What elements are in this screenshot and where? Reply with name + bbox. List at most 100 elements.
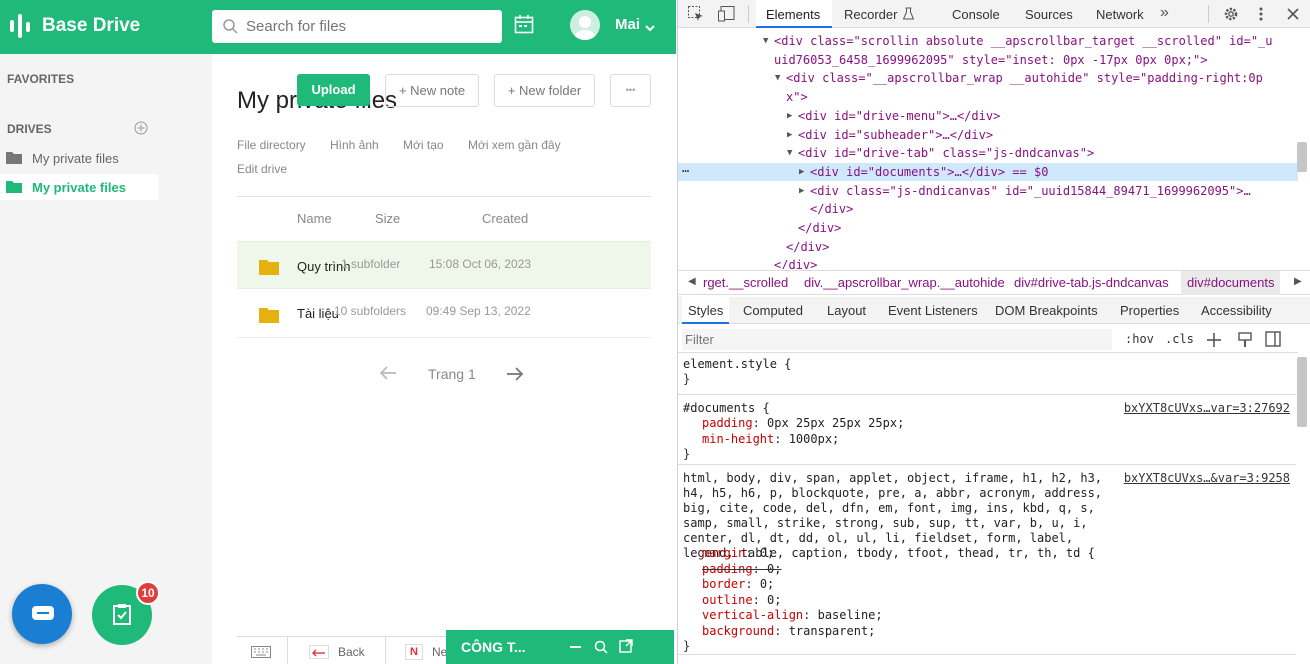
search-icon[interactable] [594,640,608,659]
tab-elements[interactable]: Elements [756,0,832,28]
expand-arrow-icon[interactable]: ▶ [787,126,792,144]
column-size[interactable]: Size [375,211,400,226]
search-box[interactable] [212,10,502,43]
tab-sources[interactable]: Sources [1025,7,1073,22]
tab-edit-drive[interactable]: Edit drive [237,162,287,176]
row-name[interactable]: Tài liệu [297,306,339,321]
filter-input[interactable] [682,329,1112,350]
sidebar-item-private-files[interactable]: My private files [0,145,159,171]
more-tabs-icon[interactable]: » [1160,4,1169,22]
expand-arrow-icon[interactable]: ▼ [763,32,768,50]
calendar-icon[interactable] [514,14,534,39]
dom-node-line[interactable]: </div> [678,200,1298,218]
table-row[interactable]: Quy trình 1 subfolder 15:08 Oct 06, 2023 [237,241,651,289]
new-folder-button[interactable]: + New folder [494,74,595,107]
inspect-element-icon[interactable] [688,6,704,25]
breadcrumb-item[interactable]: div#drive-tab.js-dndcanvas [1014,275,1169,290]
breadcrumb-item[interactable]: rget.__scrolled [703,275,788,290]
chat-button[interactable] [12,584,72,644]
tab-network[interactable]: Network [1096,7,1144,22]
tab-images[interactable]: Hình ảnh [330,138,379,152]
rule-source-link[interactable]: bxYXT8cUVxs…&var=3:9258 [1124,471,1290,486]
expand-arrow-icon[interactable]: ▼ [787,144,792,162]
rule-source-link[interactable]: bxYXT8cUVxs…var=3:27692 [1124,401,1290,416]
add-rule-icon[interactable] [1206,332,1222,351]
avatar[interactable] [570,10,600,40]
dom-node-line[interactable]: ▼ <div id="drive-tab" class="js-dndcanvas… [678,144,1298,162]
tab-event-listeners[interactable]: Event Listeners [888,303,978,318]
minimize-icon[interactable] [570,646,581,648]
open-external-icon[interactable] [619,639,633,658]
tab-new[interactable]: Mới tạo [403,138,444,152]
next-page-icon[interactable] [506,367,524,386]
new-note-button[interactable]: + New note [385,74,479,107]
tab-console[interactable]: Console [952,7,1000,22]
dom-node-line[interactable]: </div> [678,219,1298,237]
cls-toggle[interactable]: .cls [1165,332,1194,346]
dom-node-line[interactable]: ▶ <div id="subheader">…</div> [678,126,1298,144]
expand-arrow-icon[interactable]: ▶ [799,182,804,200]
more-button[interactable]: ••• [610,74,651,107]
dom-node-line[interactable]: </div> [678,256,1298,269]
kebab-menu-icon[interactable] [1259,7,1263,24]
upload-button[interactable]: Upload [297,74,370,106]
add-drive-icon[interactable] [134,121,148,140]
tab-recent[interactable]: Mới xem gần đây [468,138,561,152]
breadcrumb-item[interactable]: div.__apscrollbar_wrap.__autohide [804,275,1005,290]
dom-node-line[interactable]: x"> [678,88,1298,106]
tab-computed[interactable]: Computed [743,303,803,318]
scroll-left-icon[interactable]: ◀ [688,276,696,287]
dom-node-line[interactable]: ▼ <div class="scrollin absolute __apscrol… [678,32,1298,50]
dom-node-line[interactable]: ▼ <div class="__apscrollbar_wrap __autohi… [678,69,1298,87]
tab-file-directory[interactable]: File directory [237,138,306,152]
tab-layout[interactable]: Layout [827,303,866,318]
device-toolbar-icon[interactable] [718,6,736,25]
style-rule[interactable]: element.style {} [678,357,1296,395]
css-declaration[interactable]: border: 0; [702,577,774,592]
css-declaration[interactable]: background: transparent; [702,624,875,639]
dom-tree-scrollbar[interactable] [1297,142,1307,172]
back-label[interactable]: Back [338,645,365,659]
search-input[interactable] [246,16,491,36]
dom-node-line[interactable]: uid76053_6458_1699962095" style="inset: … [678,51,1298,69]
css-declaration[interactable]: vertical-align: baseline; [702,608,883,623]
expand-arrow-icon[interactable]: ▼ [775,69,780,87]
dom-node-line[interactable]: … ▶ <div id="documents">…</div> == $0 [678,161,1298,181]
dom-node-line[interactable]: </div> [678,238,1298,256]
note-icon[interactable]: N [405,644,423,660]
css-declaration[interactable]: margin: 0; [702,546,774,561]
table-row[interactable]: Tài liệu 10 subfolders 09:49 Sep 13, 202… [237,289,651,338]
expand-arrow-icon[interactable]: ▶ [787,107,792,125]
tab-styles[interactable]: Styles [682,297,730,324]
chevron-down-icon[interactable] [645,19,655,37]
expand-arrow-icon[interactable]: ▶ [799,163,804,181]
close-icon[interactable] [1287,8,1299,23]
style-rule[interactable]: #documents {bxYXT8cUVxs…var=3:27692 paddi… [678,397,1296,465]
back-arrow-icon[interactable] [309,645,329,659]
prev-page-icon[interactable] [379,366,397,385]
column-created[interactable]: Created [482,211,528,226]
scroll-right-icon[interactable]: ▶ [1294,276,1302,287]
paint-brush-icon[interactable] [1238,332,1252,351]
style-rule[interactable]: html, body, div, span, applet, object, i… [678,467,1296,655]
tab-recorder[interactable]: Recorder [844,7,897,22]
tab-accessibility[interactable]: Accessibility [1201,303,1272,318]
tab-properties[interactable]: Properties [1120,303,1179,318]
css-declaration[interactable]: padding: 0px 25px 25px 25px; [702,416,904,431]
keyboard-icon[interactable] [251,645,271,663]
column-name[interactable]: Name [297,211,332,226]
dom-node-line[interactable]: ▶ <div id="drive-menu">…</div> [678,107,1298,125]
dom-node-line[interactable]: ▶ <div class="js-dndicanvas" id="_uuid158… [678,182,1298,200]
company-chat-bar[interactable]: CÔNG T... [446,630,674,664]
tab-dom-breakpoints[interactable]: DOM Breakpoints [995,303,1098,318]
css-declaration[interactable]: outline: 0; [702,593,781,608]
breadcrumb-item[interactable]: div#documents [1181,271,1281,295]
css-declaration[interactable]: min-height: 1000px; [702,432,839,447]
gear-icon[interactable] [1223,6,1239,25]
styles-scrollbar[interactable] [1297,357,1307,427]
css-declaration[interactable]: padding: 0; [702,562,781,577]
sidebar-toggle-icon[interactable] [1265,331,1281,350]
sidebar-item-private-files-active[interactable]: My private files [0,174,159,200]
user-name[interactable]: Mai [615,16,640,33]
hov-toggle[interactable]: :hov [1125,332,1154,346]
